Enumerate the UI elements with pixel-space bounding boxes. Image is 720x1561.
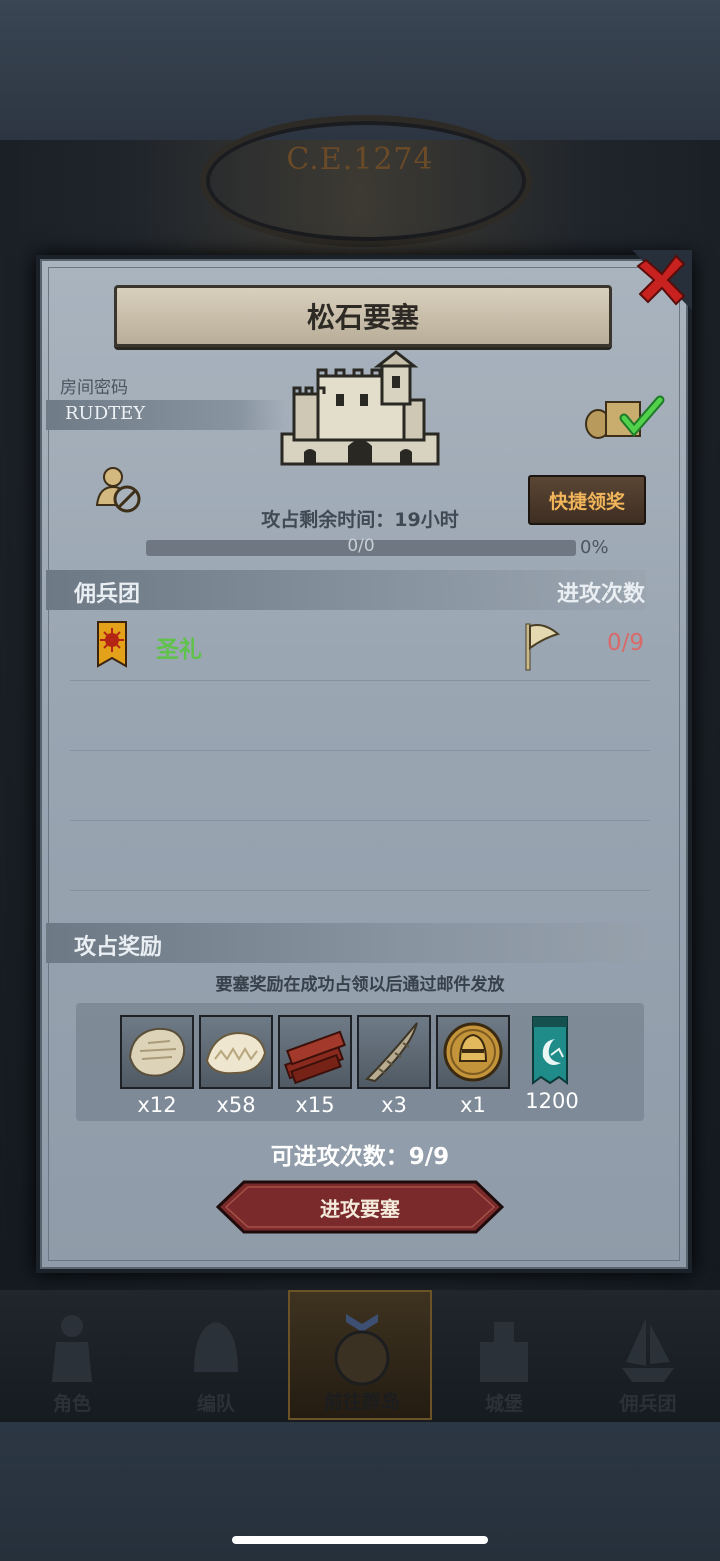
- reward-slot: [199, 1015, 273, 1089]
- calendar-dial: [200, 115, 532, 247]
- capture-progress-text: 0/0: [347, 536, 375, 556]
- reward-slot: [515, 1015, 585, 1085]
- row-divider: [70, 750, 650, 751]
- horn-icon: [365, 1022, 418, 1083]
- nav-label: 城堡: [484, 1393, 523, 1415]
- capture-progress-bar: 0/0: [146, 536, 576, 556]
- reward-qty: x12: [137, 1093, 177, 1117]
- knight-helmet-coin-icon: [443, 1022, 503, 1082]
- row-divider: [70, 820, 650, 821]
- armored-knight-icon: [52, 1315, 92, 1382]
- reward-slot: [278, 1015, 352, 1089]
- row-divider: [70, 890, 650, 891]
- nav-item-character[interactable]: 角色: [0, 1290, 144, 1420]
- guild-banner-icon: [532, 1016, 568, 1085]
- helmet-icon: [194, 1322, 238, 1372]
- compass-map-icon: [334, 1314, 390, 1386]
- panel-title: 松石要塞: [306, 301, 419, 334]
- room-code[interactable]: RUDTEY: [65, 403, 145, 424]
- remaining-time: 攻占剩余时间：19小时: [0, 505, 720, 532]
- sun-banner-icon: [97, 621, 127, 668]
- available-attempts: 可进攻次数：9/9: [0, 1137, 720, 1171]
- rewards-claimed-icon[interactable]: [584, 392, 666, 442]
- ship-icon: [622, 1318, 674, 1382]
- reward-qty: x15: [295, 1093, 335, 1117]
- home-indicator[interactable]: [232, 1536, 488, 1544]
- attack-fortress-label: 进攻要塞: [320, 1197, 400, 1221]
- nav-label: 佣兵团: [619, 1393, 677, 1415]
- mercenary-row[interactable]: 圣礼 0/9: [70, 618, 650, 676]
- fluffy-pelt-icon: [205, 1031, 267, 1075]
- available-attempts-label: 可进攻次数：: [270, 1144, 409, 1170]
- nav-label: 前往群岛: [323, 1391, 400, 1413]
- available-attempts-value: 9/9: [408, 1144, 450, 1170]
- reward-slot: [120, 1015, 194, 1089]
- fortress-castle-icon: [280, 350, 440, 466]
- reward-item[interactable]: x3: [357, 1015, 431, 1117]
- reward-qty: x3: [381, 1093, 407, 1117]
- reward-item[interactable]: x12: [120, 1015, 194, 1117]
- close-button[interactable]: [632, 250, 692, 310]
- nav-item-castle[interactable]: 城堡: [432, 1290, 576, 1420]
- fur-pelt-icon: [128, 1027, 186, 1077]
- nav-label: 角色: [52, 1393, 91, 1415]
- remaining-time-value: 19小时: [394, 509, 459, 531]
- bottom-navigation: 角色 编队 前往群岛 城堡 佣兵团: [0, 1290, 720, 1422]
- capture-progress-percent: 0%: [580, 537, 609, 558]
- rewards-notice: 要塞奖励在成功占领以后通过邮件发放: [215, 975, 505, 995]
- mercenary-attack-count: 0/9: [606, 630, 644, 656]
- reward-qty: x1: [460, 1093, 486, 1117]
- wood-planks-icon: [284, 1030, 346, 1085]
- attack-flag-icon: [525, 623, 561, 671]
- nav-label: 编队: [196, 1393, 235, 1415]
- close-icon: [632, 250, 692, 310]
- title-plaque: 松石要塞: [114, 285, 612, 347]
- attack-count-header: 进攻次数: [556, 582, 645, 607]
- reward-item[interactable]: 1200: [515, 1015, 589, 1113]
- nav-item-formation[interactable]: 编队: [144, 1290, 288, 1420]
- reward-slot: [357, 1015, 431, 1089]
- remaining-time-label: 攻占剩余时间：: [261, 509, 395, 531]
- nav-item-islands[interactable]: 前往群岛: [288, 1290, 432, 1420]
- attack-fortress-button[interactable]: 进攻要塞: [215, 1180, 505, 1234]
- reward-slot: [436, 1015, 510, 1089]
- reward-item[interactable]: x58: [199, 1015, 273, 1117]
- reward-qty: 1200: [525, 1089, 579, 1113]
- reward-qty: x58: [216, 1093, 256, 1117]
- reward-item[interactable]: x15: [278, 1015, 352, 1117]
- castle-icon: [480, 1322, 528, 1382]
- nav-item-mercenaries[interactable]: 佣兵团: [576, 1290, 720, 1420]
- mercenary-header: 佣兵团: [74, 582, 141, 607]
- year-label: C.E.1274: [286, 142, 434, 177]
- reward-item[interactable]: x1: [436, 1015, 510, 1117]
- room-password-label: 房间密码: [60, 378, 128, 398]
- row-divider: [70, 680, 650, 681]
- rewards-header: 攻占奖励: [74, 935, 163, 960]
- mercenary-name: 圣礼: [156, 637, 202, 663]
